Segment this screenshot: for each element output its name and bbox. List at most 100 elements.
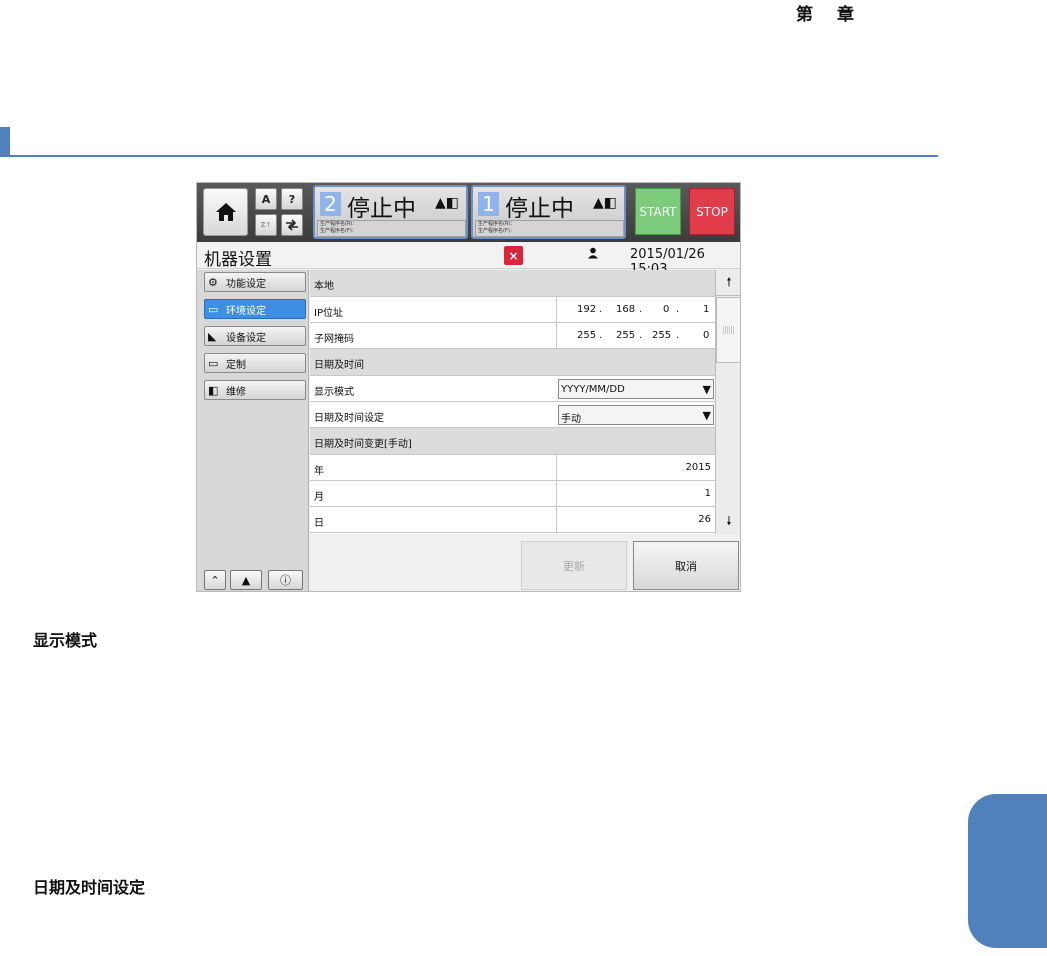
- arrow-up-icon: 🠕: [726, 275, 732, 289]
- day-field[interactable]: 26: [556, 507, 715, 532]
- section-label: 日期及时间变更[手动]: [314, 439, 412, 450]
- ip-octet-2: 168: [616, 304, 636, 315]
- ip-octet-1: 192: [577, 304, 597, 315]
- sidebar-item-function-settings[interactable]: ⚙ 功能设定: [204, 272, 306, 292]
- subnet-dot: .: [676, 330, 680, 341]
- scroll-down-button[interactable]: 🠗: [716, 510, 740, 534]
- sidebar-item-device-settings[interactable]: ◣ 设备设定: [204, 326, 306, 346]
- scroll-up-button[interactable]: 🠕: [716, 272, 740, 296]
- ip-address-row[interactable]: IP位址 192 . 168 . 0 . 1: [310, 297, 715, 323]
- close-button[interactable]: ×: [504, 246, 523, 265]
- start-button[interactable]: START: [635, 188, 681, 235]
- sidebar-item-label: 维修: [226, 386, 246, 398]
- a-button[interactable]: A: [255, 188, 277, 210]
- display-mode-row[interactable]: 显示模式 YYYY/MM/DD ▼: [310, 376, 715, 402]
- program-info: 生产程序名(R)： 生产程序名(F)：: [475, 220, 624, 237]
- day-row[interactable]: 日 26: [310, 507, 715, 533]
- section-label: 日期及时间: [314, 360, 364, 371]
- ip-address-label: IP位址: [314, 308, 343, 319]
- subnet-octet-4: 0: [703, 330, 710, 341]
- title-bar: 机器设置 × 2015/01/26 15:03: [197, 242, 740, 277]
- subnet-octet-2: 255: [616, 330, 636, 341]
- program-name-f: 生产程序名(F)：: [478, 228, 515, 234]
- maintenance-icon: ◧: [208, 383, 219, 397]
- dropdown-arrow-icon: ▼: [702, 409, 711, 422]
- month-field[interactable]: 1: [556, 481, 715, 506]
- sidebar: ⚙ 功能设定 ▭ 环境设定 ◣ 设备设定 ▭ 定制 ◧ 维修: [197, 270, 309, 591]
- month-label: 月: [314, 492, 324, 503]
- cancel-button[interactable]: 取消: [633, 541, 739, 590]
- datetime-setting-select[interactable]: 手动 ▼: [558, 405, 714, 425]
- year-field[interactable]: 2015: [556, 455, 715, 480]
- section-header-local: 本地: [310, 270, 715, 297]
- subnet-octet-1: 255: [577, 330, 597, 341]
- sidebar-item-label: 设备设定: [226, 332, 266, 344]
- display-mode-label: 显示模式: [314, 387, 354, 398]
- sidebar-item-environment-settings[interactable]: ▭ 环境设定: [204, 299, 306, 319]
- chapter-second-char: 章: [837, 5, 856, 25]
- subnet-dot: .: [599, 330, 603, 341]
- program-name-r: 生产程序名(R)：: [478, 221, 516, 227]
- program-info: 生产程序名(R)： 生产程序名(F)：: [317, 220, 466, 237]
- ip-dot: .: [599, 304, 603, 315]
- month-row[interactable]: 月 1: [310, 481, 715, 507]
- unit-number: 2: [320, 192, 341, 216]
- home-button[interactable]: [203, 188, 248, 236]
- subnet-mask-row[interactable]: 子网掩码 255 . 255 . 255 . 0: [310, 323, 715, 349]
- stack-icon: ▲◧: [593, 195, 617, 211]
- top-bar: A ? Z↑ 2 停止中 ▲◧ 生产程序名(R)： 生产程序名(F)： 1 停止…: [197, 183, 740, 242]
- monitor-edit-icon: ▭: [208, 356, 219, 370]
- ip-dot: .: [676, 304, 680, 315]
- datetime-setting-cell: 手动 ▼: [556, 402, 715, 427]
- device-gear-icon: ◣: [208, 329, 217, 343]
- sidebar-item-customize[interactable]: ▭ 定制: [204, 353, 306, 373]
- display-mode-select[interactable]: YYYY/MM/DD ▼: [558, 379, 714, 399]
- subnet-mask-field[interactable]: 255 . 255 . 255 . 0: [556, 323, 715, 348]
- month-value: 1: [704, 488, 711, 499]
- day-label: 日: [314, 518, 324, 529]
- scroll-thumb[interactable]: [716, 297, 740, 363]
- info-button[interactable]: ⓘ: [268, 570, 303, 590]
- chapter-heading: 第章: [796, 0, 856, 25]
- year-row[interactable]: 年 2015: [310, 455, 715, 481]
- unit-1-status[interactable]: 1 停止中 ▲◧ 生产程序名(R)： 生产程序名(F)：: [471, 185, 626, 239]
- ip-octet-4: 1: [703, 304, 710, 315]
- monitor-gear-icon: ▭: [208, 302, 219, 316]
- unit-2-status[interactable]: 2 停止中 ▲◧ 生产程序名(R)： 生产程序名(F)：: [313, 185, 468, 239]
- unit-state: 停止中: [347, 196, 416, 222]
- section-label: 本地: [314, 281, 334, 292]
- warning-icon: ▲: [241, 573, 251, 587]
- program-name-f: 生产程序名(F)：: [320, 228, 357, 234]
- chapter-side-tab: [968, 794, 1047, 948]
- help-button[interactable]: ?: [281, 188, 303, 210]
- sidebar-item-label: 功能设定: [226, 278, 266, 290]
- machine-settings-screen: A ? Z↑ 2 停止中 ▲◧ 生产程序名(R)： 生产程序名(F)： 1 停止…: [196, 182, 741, 592]
- stack-icon: ▲◧: [435, 195, 459, 211]
- page-title: 机器设置: [204, 250, 272, 270]
- section-header-datetime-change: 日期及时间变更[手动]: [310, 428, 715, 455]
- settings-list: 本地 IP位址 192 . 168 . 0 . 1 子网掩码 255 . 255…: [310, 270, 715, 534]
- ip-address-field[interactable]: 192 . 168 . 0 . 1: [556, 297, 715, 322]
- info-icon: ⓘ: [280, 574, 291, 587]
- user-icon: [587, 247, 599, 262]
- double-chevron-up-icon: ⌃: [210, 573, 220, 587]
- caption-display-mode: 显示模式: [33, 631, 98, 650]
- update-button[interactable]: 更新: [521, 541, 627, 590]
- collapse-up-button[interactable]: ⌃: [204, 570, 226, 590]
- display-mode-value: YYYY/MM/DD: [561, 384, 625, 395]
- dropdown-arrow-icon: ▼: [702, 383, 711, 396]
- network-icon[interactable]: [281, 214, 303, 236]
- day-value: 26: [698, 514, 711, 525]
- program-name-r: 生产程序名(R)：: [320, 221, 358, 227]
- zoom-button[interactable]: Z↑: [255, 214, 277, 236]
- scrollbar[interactable]: 🠕 🠗: [715, 270, 740, 534]
- section-header-datetime: 日期及时间: [310, 349, 715, 376]
- datetime-setting-label: 日期及时间设定: [314, 413, 384, 424]
- warning-button[interactable]: ▲: [230, 570, 262, 590]
- grip-icon: [723, 326, 735, 334]
- chapter-first-char: 第: [796, 5, 815, 25]
- stop-button[interactable]: STOP: [689, 188, 735, 235]
- datetime-setting-row[interactable]: 日期及时间设定 手动 ▼: [310, 402, 715, 428]
- sidebar-item-maintenance[interactable]: ◧ 维修: [204, 380, 306, 400]
- arrow-down-icon: 🠗: [726, 513, 732, 528]
